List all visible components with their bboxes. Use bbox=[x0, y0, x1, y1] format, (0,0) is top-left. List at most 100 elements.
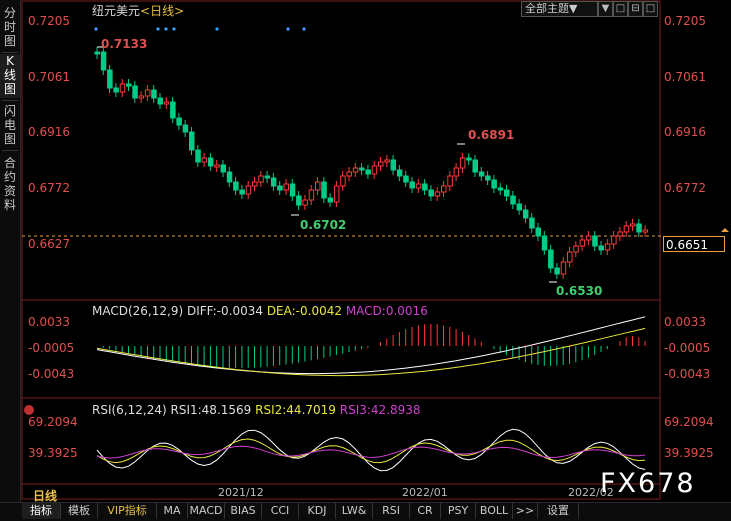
candle-body bbox=[258, 175, 264, 183]
signal-dot bbox=[164, 27, 168, 31]
candle-body bbox=[560, 261, 567, 275]
candle-body bbox=[642, 229, 649, 233]
tab-bias[interactable]: BIAS bbox=[225, 503, 262, 519]
candle-body bbox=[592, 235, 598, 247]
candle-body bbox=[151, 89, 157, 99]
candle-body bbox=[176, 117, 182, 126]
divider bbox=[2, 100, 18, 101]
rsi-header: RSI(6,12,24) RSI1:48.1569 RSI2:44.7019 R… bbox=[92, 403, 421, 417]
candle-body bbox=[296, 195, 302, 206]
signal-dot bbox=[172, 27, 176, 31]
macd-dea: DEA:-0.0042 bbox=[266, 304, 342, 318]
dropdown-button[interactable]: ▼ bbox=[598, 1, 613, 17]
macd-level: -0.0043 bbox=[664, 367, 711, 381]
tab-ma[interactable]: MA bbox=[157, 503, 188, 519]
tab-timeshare[interactable]: 分 时 图 bbox=[0, 6, 20, 48]
candle-body bbox=[252, 181, 258, 187]
rsi2-value: RSI2:44.7019 bbox=[255, 403, 336, 417]
theme-select[interactable]: 全部主题▼ bbox=[521, 1, 598, 17]
tab-kdj[interactable]: KDJ bbox=[299, 503, 336, 519]
candle-body bbox=[321, 181, 327, 199]
tab-settings[interactable]: 设置 bbox=[538, 503, 579, 519]
candle-body bbox=[283, 183, 289, 191]
candle-body bbox=[201, 157, 208, 163]
price-level-left: 0.7061 bbox=[28, 70, 70, 84]
tab-indicator[interactable]: 指标 bbox=[22, 503, 61, 519]
candle-body bbox=[541, 235, 548, 251]
tab-cr[interactable]: CR bbox=[410, 503, 441, 519]
rsi-level: 39.3925 bbox=[28, 446, 78, 460]
candle-body bbox=[239, 189, 245, 195]
rsi3-value: RSI3:42.8938 bbox=[339, 403, 421, 417]
divider bbox=[2, 52, 18, 53]
candle-body bbox=[396, 169, 403, 177]
candle-body bbox=[636, 223, 642, 233]
current-price-tag: 0.6651 bbox=[663, 236, 725, 252]
tab-flash[interactable]: 闪 电 图 bbox=[0, 104, 20, 146]
rsi-title: RSI(6,12,24) bbox=[92, 403, 167, 417]
candle-body bbox=[390, 159, 397, 171]
macd-level: 0.0033 bbox=[28, 315, 70, 329]
window-button[interactable]: □ bbox=[643, 1, 658, 17]
candle-body bbox=[472, 159, 478, 173]
candle-body bbox=[409, 181, 415, 189]
candle-body bbox=[233, 181, 239, 191]
signal-dot bbox=[94, 27, 98, 31]
candle-body bbox=[510, 195, 516, 205]
candle-body bbox=[371, 165, 378, 175]
indicator-settings-icon[interactable] bbox=[24, 405, 34, 415]
candle-body bbox=[340, 175, 346, 187]
candle-body bbox=[195, 149, 201, 163]
signal-dot bbox=[215, 27, 219, 31]
tab-psy[interactable]: PSY bbox=[441, 503, 476, 519]
candle-body bbox=[384, 159, 390, 163]
tab-more[interactable]: >> bbox=[513, 503, 538, 519]
tab-macd[interactable]: MACD bbox=[188, 503, 225, 519]
candle-body bbox=[207, 157, 214, 167]
candle-body bbox=[163, 101, 170, 105]
chart-area[interactable] bbox=[21, 0, 731, 520]
candle-body bbox=[308, 189, 315, 201]
candle-body bbox=[189, 131, 195, 151]
price-level-left: 0.7205 bbox=[28, 14, 70, 28]
candle-body bbox=[428, 189, 434, 197]
rsi-level: 69.2094 bbox=[664, 415, 714, 429]
candle-body bbox=[107, 69, 113, 89]
tab-cci[interactable]: CCI bbox=[262, 503, 299, 519]
candle-body bbox=[315, 181, 321, 191]
tab-boll[interactable]: BOLL bbox=[476, 503, 513, 519]
tab-template[interactable]: 模板 bbox=[61, 503, 98, 519]
macd-level: -0.0005 bbox=[664, 341, 711, 355]
candle-body bbox=[245, 185, 252, 195]
candle-body bbox=[447, 175, 453, 187]
date-label: 2021/12 bbox=[218, 486, 264, 499]
candle-body bbox=[302, 199, 308, 206]
rsi-level: 69.2094 bbox=[28, 415, 78, 429]
tab-kline[interactable]: K 线 图 bbox=[0, 54, 20, 98]
divider bbox=[2, 150, 18, 151]
candle-body bbox=[144, 89, 151, 97]
candle-body bbox=[441, 185, 447, 193]
candle-body bbox=[346, 171, 352, 177]
rsi1-line bbox=[96, 428, 646, 472]
candle-body bbox=[453, 167, 460, 177]
signal-dot bbox=[302, 27, 306, 31]
kline-chart[interactable] bbox=[21, 0, 731, 520]
candle-body bbox=[214, 164, 220, 168]
chart-title: 纽元美元<日线> bbox=[92, 2, 184, 19]
tab-contract-info[interactable]: 合 约 资 料 bbox=[0, 156, 20, 214]
candle-body bbox=[611, 235, 617, 245]
candle-body bbox=[94, 51, 100, 55]
candle-body bbox=[529, 217, 535, 229]
candle-body bbox=[132, 85, 138, 99]
period-tag: <日线> bbox=[140, 4, 185, 18]
macd-level: -0.0043 bbox=[28, 367, 75, 381]
tab-rsi[interactable]: RSI bbox=[373, 503, 410, 519]
tab-lw[interactable]: LW& bbox=[336, 503, 373, 519]
split-button[interactable]: ⊟ bbox=[628, 1, 643, 17]
maximize-button[interactable]: □ bbox=[613, 1, 628, 17]
rsi1-value: RSI1:48.1569 bbox=[170, 403, 252, 417]
tab-vip-indicator[interactable]: VIP指标 bbox=[98, 503, 157, 519]
candle-body bbox=[113, 87, 119, 93]
macd-level: 0.0033 bbox=[664, 315, 706, 329]
